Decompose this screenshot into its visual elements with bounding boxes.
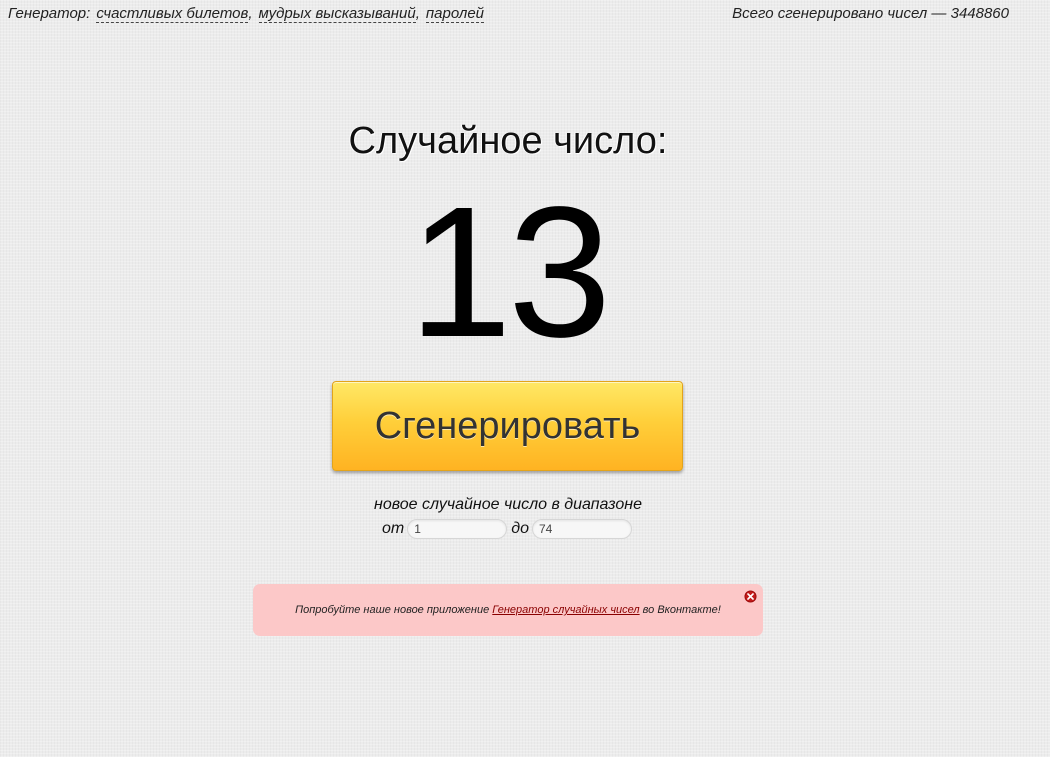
close-circle-icon[interactable] [744, 590, 757, 603]
link-passwords[interactable]: паролей [425, 5, 485, 23]
range-from-input[interactable] [407, 519, 508, 539]
generate-button[interactable]: Сгенерировать [332, 381, 683, 471]
link-happy-tickets[interactable]: счастливых билетов [96, 5, 249, 23]
notice-app-link[interactable]: Генератор случайных чисел [492, 604, 639, 616]
to-label: до [511, 520, 529, 537]
app-promo-notice: Попробуйте наше новое приложение Генерат… [253, 584, 763, 636]
notice-text-before: Попробуйте наше новое приложение [295, 604, 493, 616]
range-to-input[interactable] [531, 519, 632, 539]
top-bar: Генератор: счастливых билетов, мудрых выск… [8, 5, 1009, 27]
range-caption: новое случайное число в диапазоне [374, 496, 642, 513]
link-separator: , [248, 5, 253, 22]
link-separator: , [415, 5, 420, 22]
generated-counter: Всего сгенерировано чисел — 3448860 [732, 5, 1009, 22]
generator-label: Генератор: [8, 5, 91, 22]
generator-links: Генератор: счастливых билетов, мудрых выск… [8, 5, 485, 23]
link-wise-sayings[interactable]: мудрых высказываний [258, 5, 416, 23]
random-number: 13 [408, 169, 612, 376]
page-title: Случайное число: [348, 120, 668, 162]
range-row: от до [382, 519, 632, 543]
from-label: от [382, 520, 405, 537]
notice-text-after: во Вконтакте! [639, 604, 721, 616]
